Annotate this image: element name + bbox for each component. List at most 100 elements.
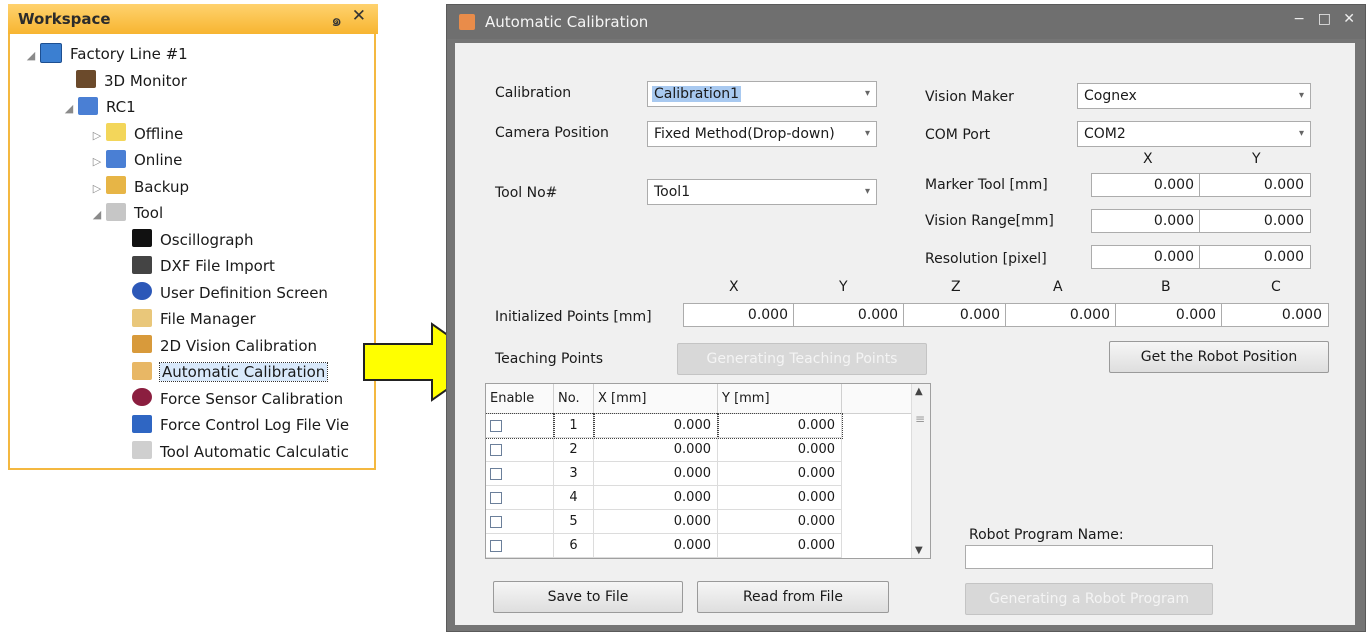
- x-cell[interactable]: 0.000: [594, 486, 718, 510]
- collapse-arrow-icon[interactable]: ◢: [60, 97, 78, 121]
- vision-range-label: Vision Range[mm]: [925, 213, 1054, 229]
- tree-item[interactable]: DXF File Import: [132, 254, 275, 278]
- y-cell[interactable]: 0.000: [718, 534, 842, 558]
- tree-item[interactable]: File Manager: [132, 307, 256, 331]
- enable-cell[interactable]: [486, 510, 554, 534]
- y-cell-value: 0.000: [797, 442, 835, 457]
- y-cell[interactable]: 0.000: [718, 438, 842, 462]
- maximize-icon[interactable]: □: [1318, 11, 1331, 27]
- read-from-file-button[interactable]: Read from File: [697, 581, 889, 613]
- x-cell[interactable]: 0.000: [594, 462, 718, 486]
- tree-item[interactable]: User Definition Screen: [132, 281, 328, 305]
- expand-arrow-icon[interactable]: ▷: [88, 124, 106, 148]
- marker-tool-y-field[interactable]: 0.000: [1199, 173, 1311, 197]
- enable-checkbox[interactable]: [490, 492, 502, 504]
- collapse-arrow-icon[interactable]: ◢: [88, 203, 106, 227]
- tree-item[interactable]: Tool Automatic Calculatic: [132, 440, 349, 464]
- enable-cell[interactable]: [486, 438, 554, 462]
- expand-arrow-icon[interactable]: ▷: [88, 150, 106, 174]
- tool-no-dropdown[interactable]: Tool1 ▾: [647, 179, 877, 205]
- tree-item-label: Automatic Calibration: [158, 362, 329, 382]
- x-cell[interactable]: 0.000: [593, 413, 719, 439]
- save-to-file-button[interactable]: Save to File: [493, 581, 683, 613]
- no-cell[interactable]: 3: [554, 462, 594, 486]
- tree-item[interactable]: ◢ Tool: [88, 201, 163, 225]
- enable-cell[interactable]: [486, 413, 555, 439]
- scroll-thumb-grip-icon[interactable]: ≡: [915, 412, 925, 426]
- enable-cell[interactable]: [486, 534, 554, 558]
- init-a-field[interactable]: 0.000: [1005, 303, 1117, 327]
- no-cell[interactable]: 5: [554, 510, 594, 534]
- tree-item[interactable]: Force Sensor Calibration: [132, 387, 343, 411]
- enable-cell[interactable]: [486, 462, 554, 486]
- no-cell[interactable]: 6: [554, 534, 594, 558]
- tree-item[interactable]: ◢ Factory Line #1: [22, 42, 188, 66]
- x-cell[interactable]: 0.000: [594, 510, 718, 534]
- x-cell[interactable]: 0.000: [594, 438, 718, 462]
- table-row[interactable]: 2 0.000 0.000: [486, 438, 914, 462]
- x-header: X: [1143, 151, 1153, 167]
- robot-program-name-field[interactable]: [965, 545, 1213, 569]
- init-c-field[interactable]: 0.000: [1221, 303, 1329, 327]
- tree-item[interactable]: ◢ RC1: [60, 95, 136, 119]
- tree-item[interactable]: Force Control Log File Vie: [132, 413, 349, 437]
- tree-item[interactable]: 2D Vision Calibration: [132, 334, 317, 358]
- calibration-dropdown[interactable]: Calibration1 ▾: [647, 81, 877, 107]
- enable-checkbox[interactable]: [490, 444, 502, 456]
- collapse-arrow-icon[interactable]: ◢: [22, 44, 40, 68]
- close-icon[interactable]: ✕: [352, 6, 366, 26]
- resolution-x-field[interactable]: 0.000: [1091, 245, 1201, 269]
- scroll-up-icon[interactable]: ▲: [915, 386, 923, 397]
- init-b-field[interactable]: 0.000: [1115, 303, 1223, 327]
- enable-checkbox[interactable]: [490, 516, 502, 528]
- close-icon[interactable]: ✕: [1343, 11, 1355, 27]
- tree-item[interactable]: ▷ Backup: [88, 175, 189, 199]
- init-z-field[interactable]: 0.000: [903, 303, 1007, 327]
- table-row[interactable]: 4 0.000 0.000: [486, 486, 914, 510]
- init-x-field[interactable]: 0.000: [683, 303, 795, 327]
- generating-robot-program-button[interactable]: Generating a Robot Program: [965, 583, 1213, 615]
- vision-maker-dropdown[interactable]: Cognex ▾: [1077, 83, 1311, 109]
- vision-maker-label: Vision Maker: [925, 89, 1014, 105]
- y-cell[interactable]: 0.000: [718, 510, 842, 534]
- y-cell[interactable]: 0.000: [718, 486, 842, 510]
- grid-scrollbar[interactable]: ▲ ≡ ▼: [911, 384, 930, 558]
- resolution-y-field[interactable]: 0.000: [1199, 245, 1311, 269]
- oscillograph-icon: [132, 229, 152, 247]
- chevron-down-icon: ▾: [864, 128, 870, 139]
- tree-item-label: 3D Monitor: [104, 71, 187, 90]
- tree-item[interactable]: 3D Monitor: [76, 69, 187, 93]
- minimize-icon[interactable]: −: [1293, 11, 1305, 27]
- tree-item[interactable]: ▷ Offline: [88, 122, 183, 146]
- tree-item[interactable]: Oscillograph: [132, 228, 253, 252]
- table-row[interactable]: 1 0.000 0.000: [486, 413, 914, 439]
- camera-position-dropdown[interactable]: Fixed Method(Drop-down) ▾: [647, 121, 877, 147]
- no-cell[interactable]: 1: [553, 413, 595, 439]
- y-cell-value: 0.000: [797, 490, 835, 505]
- get-robot-position-button[interactable]: Get the Robot Position: [1109, 341, 1329, 373]
- tree-item[interactable]: Automatic Calibration: [132, 360, 329, 384]
- no-cell[interactable]: 2: [554, 438, 594, 462]
- vision-range-x-field[interactable]: 0.000: [1091, 209, 1201, 233]
- com-port-dropdown[interactable]: COM2 ▾: [1077, 121, 1311, 147]
- vision-range-y-field[interactable]: 0.000: [1199, 209, 1311, 233]
- y-cell[interactable]: 0.000: [718, 462, 842, 486]
- generating-teaching-points-button[interactable]: Generating Teaching Points: [677, 343, 927, 375]
- init-y-field[interactable]: 0.000: [793, 303, 905, 327]
- table-row[interactable]: 5 0.000 0.000: [486, 510, 914, 534]
- no-cell[interactable]: 4: [554, 486, 594, 510]
- enable-checkbox[interactable]: [490, 420, 502, 432]
- enable-cell[interactable]: [486, 486, 554, 510]
- marker-tool-x-field[interactable]: 0.000: [1091, 173, 1201, 197]
- enable-checkbox[interactable]: [490, 540, 502, 552]
- enable-checkbox[interactable]: [490, 468, 502, 480]
- x-cell[interactable]: 0.000: [594, 534, 718, 558]
- tree-item[interactable]: ▷ Online: [88, 148, 182, 172]
- scroll-down-icon[interactable]: ▼: [915, 545, 923, 556]
- table-row[interactable]: 6 0.000 0.000: [486, 534, 914, 558]
- table-row[interactable]: 3 0.000 0.000: [486, 462, 914, 486]
- y-cell[interactable]: 0.000: [717, 413, 843, 439]
- title-bar[interactable]: Automatic Calibration − □ ✕: [447, 5, 1365, 39]
- expand-arrow-icon[interactable]: ▷: [88, 177, 106, 201]
- pin-icon[interactable]: ๑: [331, 7, 342, 34]
